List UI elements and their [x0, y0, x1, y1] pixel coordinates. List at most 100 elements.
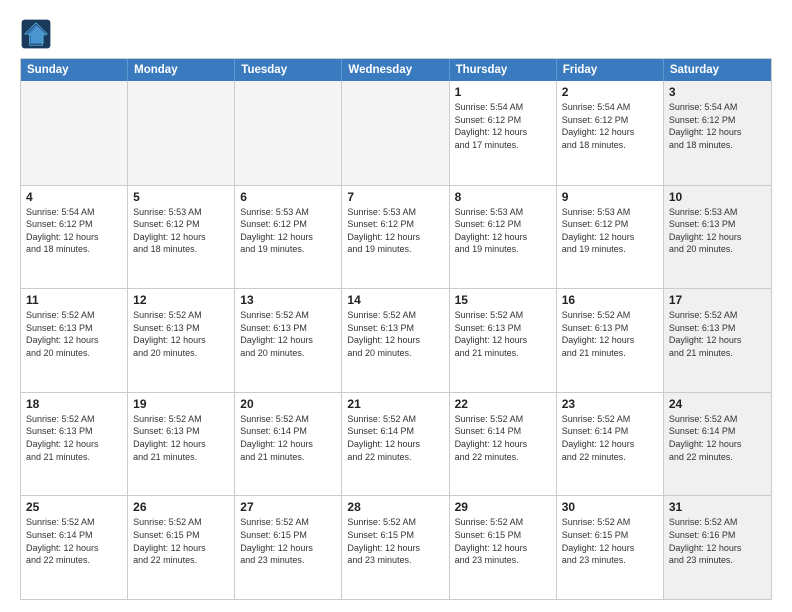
day-number: 10 — [669, 190, 766, 204]
day-number: 6 — [240, 190, 336, 204]
day-number: 27 — [240, 500, 336, 514]
header-day-sunday: Sunday — [21, 59, 128, 81]
calendar-cell — [128, 81, 235, 185]
day-info: Sunrise: 5:52 AM Sunset: 6:13 PM Dayligh… — [562, 309, 658, 359]
calendar: SundayMondayTuesdayWednesdayThursdayFrid… — [20, 58, 772, 600]
calendar-cell: 29 Sunrise: 5:52 AM Sunset: 6:15 PM Dayli… — [450, 496, 557, 599]
day-number: 23 — [562, 397, 658, 411]
calendar-cell: 13Sunrise: 5:52 AM Sunset: 6:13 PM Dayli… — [235, 289, 342, 392]
logo — [20, 18, 56, 50]
day-info: Sunrise: 5:53 AM Sunset: 6:12 PM Dayligh… — [133, 206, 229, 256]
calendar-cell: 18 Sunrise: 5:52 AM Sunset: 6:13 PM Dayli… — [21, 393, 128, 496]
day-number: 7 — [347, 190, 443, 204]
day-info: Sunrise: 5:54 AM Sunset: 6:12 PM Dayligh… — [562, 101, 658, 151]
day-info: Sunrise: 5:52 AM Sunset: 6:13 PM Dayligh… — [26, 413, 122, 463]
calendar-header: SundayMondayTuesdayWednesdayThursdayFrid… — [21, 59, 771, 81]
day-info: Sunrise: 5:52 AM Sunset: 6:15 PM Dayligh… — [240, 516, 336, 566]
calendar-cell — [342, 81, 449, 185]
day-info: Sunrise: 5:52 AM Sunset: 6:15 PM Dayligh… — [347, 516, 443, 566]
calendar-cell — [21, 81, 128, 185]
day-info: Sunrise: 5:53 AM Sunset: 6:12 PM Dayligh… — [240, 206, 336, 256]
logo-icon — [20, 18, 52, 50]
day-number: 18 — [26, 397, 122, 411]
header — [20, 18, 772, 50]
calendar-cell: 24 Sunrise: 5:52 AM Sunset: 6:14 PM Dayli… — [664, 393, 771, 496]
day-info: Sunrise: 5:53 AM Sunset: 6:12 PM Dayligh… — [562, 206, 658, 256]
day-info: Sunrise: 5:52 AM Sunset: 6:13 PM Dayligh… — [133, 309, 229, 359]
calendar-cell: 11 Sunrise: 5:52 AM Sunset: 6:13 PM Dayli… — [21, 289, 128, 392]
calendar-cell: 20 Sunrise: 5:52 AM Sunset: 6:14 PM Dayli… — [235, 393, 342, 496]
day-number: 2 — [562, 85, 658, 99]
day-number: 5 — [133, 190, 229, 204]
calendar-cell: 6 Sunrise: 5:53 AM Sunset: 6:12 PM Daylig… — [235, 186, 342, 289]
header-day-tuesday: Tuesday — [235, 59, 342, 81]
calendar-row-4: 25 Sunrise: 5:52 AM Sunset: 6:14 PM Dayli… — [21, 495, 771, 599]
calendar-cell: 17 Sunrise: 5:52 AM Sunset: 6:13 PM Dayli… — [664, 289, 771, 392]
day-number: 26 — [133, 500, 229, 514]
day-info: Sunrise: 5:52 AM Sunset: 6:15 PM Dayligh… — [562, 516, 658, 566]
day-number: 21 — [347, 397, 443, 411]
day-info: Sunrise: 5:53 AM Sunset: 6:12 PM Dayligh… — [347, 206, 443, 256]
calendar-cell: 28 Sunrise: 5:52 AM Sunset: 6:15 PM Dayli… — [342, 496, 449, 599]
day-number: 20 — [240, 397, 336, 411]
day-number: 25 — [26, 500, 122, 514]
calendar-cell: 5 Sunrise: 5:53 AM Sunset: 6:12 PM Daylig… — [128, 186, 235, 289]
day-number: 1 — [455, 85, 551, 99]
calendar-cell: 31Sunrise: 5:52 AM Sunset: 6:16 PM Dayli… — [664, 496, 771, 599]
day-number: 4 — [26, 190, 122, 204]
day-info: Sunrise: 5:54 AM Sunset: 6:12 PM Dayligh… — [26, 206, 122, 256]
calendar-row-2: 11 Sunrise: 5:52 AM Sunset: 6:13 PM Dayli… — [21, 288, 771, 392]
day-number: 14 — [347, 293, 443, 307]
calendar-cell: 4 Sunrise: 5:54 AM Sunset: 6:12 PM Daylig… — [21, 186, 128, 289]
day-number: 11 — [26, 293, 122, 307]
calendar-cell: 10Sunrise: 5:53 AM Sunset: 6:13 PM Dayli… — [664, 186, 771, 289]
day-info: Sunrise: 5:52 AM Sunset: 6:14 PM Dayligh… — [26, 516, 122, 566]
day-info: Sunrise: 5:52 AM Sunset: 6:15 PM Dayligh… — [455, 516, 551, 566]
day-number: 15 — [455, 293, 551, 307]
day-info: Sunrise: 5:54 AM Sunset: 6:12 PM Dayligh… — [455, 101, 551, 151]
day-number: 24 — [669, 397, 766, 411]
calendar-cell: 22Sunrise: 5:52 AM Sunset: 6:14 PM Dayli… — [450, 393, 557, 496]
day-number: 13 — [240, 293, 336, 307]
calendar-cell: 12Sunrise: 5:52 AM Sunset: 6:13 PM Dayli… — [128, 289, 235, 392]
header-day-thursday: Thursday — [450, 59, 557, 81]
calendar-cell: 27 Sunrise: 5:52 AM Sunset: 6:15 PM Dayli… — [235, 496, 342, 599]
calendar-row-3: 18 Sunrise: 5:52 AM Sunset: 6:13 PM Dayli… — [21, 392, 771, 496]
calendar-cell: 19Sunrise: 5:52 AM Sunset: 6:13 PM Dayli… — [128, 393, 235, 496]
calendar-cell: 16 Sunrise: 5:52 AM Sunset: 6:13 PM Dayli… — [557, 289, 664, 392]
day-info: Sunrise: 5:52 AM Sunset: 6:13 PM Dayligh… — [455, 309, 551, 359]
calendar-cell: 30Sunrise: 5:52 AM Sunset: 6:15 PM Dayli… — [557, 496, 664, 599]
calendar-cell: 23Sunrise: 5:52 AM Sunset: 6:14 PM Dayli… — [557, 393, 664, 496]
day-number: 3 — [669, 85, 766, 99]
calendar-cell: 1 Sunrise: 5:54 AM Sunset: 6:12 PM Daylig… — [450, 81, 557, 185]
day-info: Sunrise: 5:52 AM Sunset: 6:14 PM Dayligh… — [669, 413, 766, 463]
calendar-cell: 7 Sunrise: 5:53 AM Sunset: 6:12 PM Daylig… — [342, 186, 449, 289]
day-info: Sunrise: 5:52 AM Sunset: 6:14 PM Dayligh… — [347, 413, 443, 463]
day-number: 16 — [562, 293, 658, 307]
calendar-cell: 8Sunrise: 5:53 AM Sunset: 6:12 PM Daylig… — [450, 186, 557, 289]
calendar-cell: 14 Sunrise: 5:52 AM Sunset: 6:13 PM Dayli… — [342, 289, 449, 392]
calendar-cell: 21 Sunrise: 5:52 AM Sunset: 6:14 PM Dayli… — [342, 393, 449, 496]
calendar-body: 1 Sunrise: 5:54 AM Sunset: 6:12 PM Daylig… — [21, 81, 771, 599]
day-number: 29 — [455, 500, 551, 514]
calendar-cell: 26Sunrise: 5:52 AM Sunset: 6:15 PM Dayli… — [128, 496, 235, 599]
header-day-monday: Monday — [128, 59, 235, 81]
day-number: 8 — [455, 190, 551, 204]
calendar-cell: 2 Sunrise: 5:54 AM Sunset: 6:12 PM Daylig… — [557, 81, 664, 185]
day-info: Sunrise: 5:52 AM Sunset: 6:13 PM Dayligh… — [133, 413, 229, 463]
day-info: Sunrise: 5:52 AM Sunset: 6:13 PM Dayligh… — [347, 309, 443, 359]
day-info: Sunrise: 5:52 AM Sunset: 6:13 PM Dayligh… — [669, 309, 766, 359]
header-day-wednesday: Wednesday — [342, 59, 449, 81]
day-number: 9 — [562, 190, 658, 204]
calendar-cell: 9 Sunrise: 5:53 AM Sunset: 6:12 PM Daylig… — [557, 186, 664, 289]
calendar-cell: 3Sunrise: 5:54 AM Sunset: 6:12 PM Daylig… — [664, 81, 771, 185]
header-day-friday: Friday — [557, 59, 664, 81]
day-number: 28 — [347, 500, 443, 514]
day-number: 17 — [669, 293, 766, 307]
day-info: Sunrise: 5:52 AM Sunset: 6:13 PM Dayligh… — [26, 309, 122, 359]
calendar-row-1: 4 Sunrise: 5:54 AM Sunset: 6:12 PM Daylig… — [21, 185, 771, 289]
day-info: Sunrise: 5:52 AM Sunset: 6:14 PM Dayligh… — [240, 413, 336, 463]
day-number: 31 — [669, 500, 766, 514]
header-day-saturday: Saturday — [664, 59, 771, 81]
calendar-cell — [235, 81, 342, 185]
